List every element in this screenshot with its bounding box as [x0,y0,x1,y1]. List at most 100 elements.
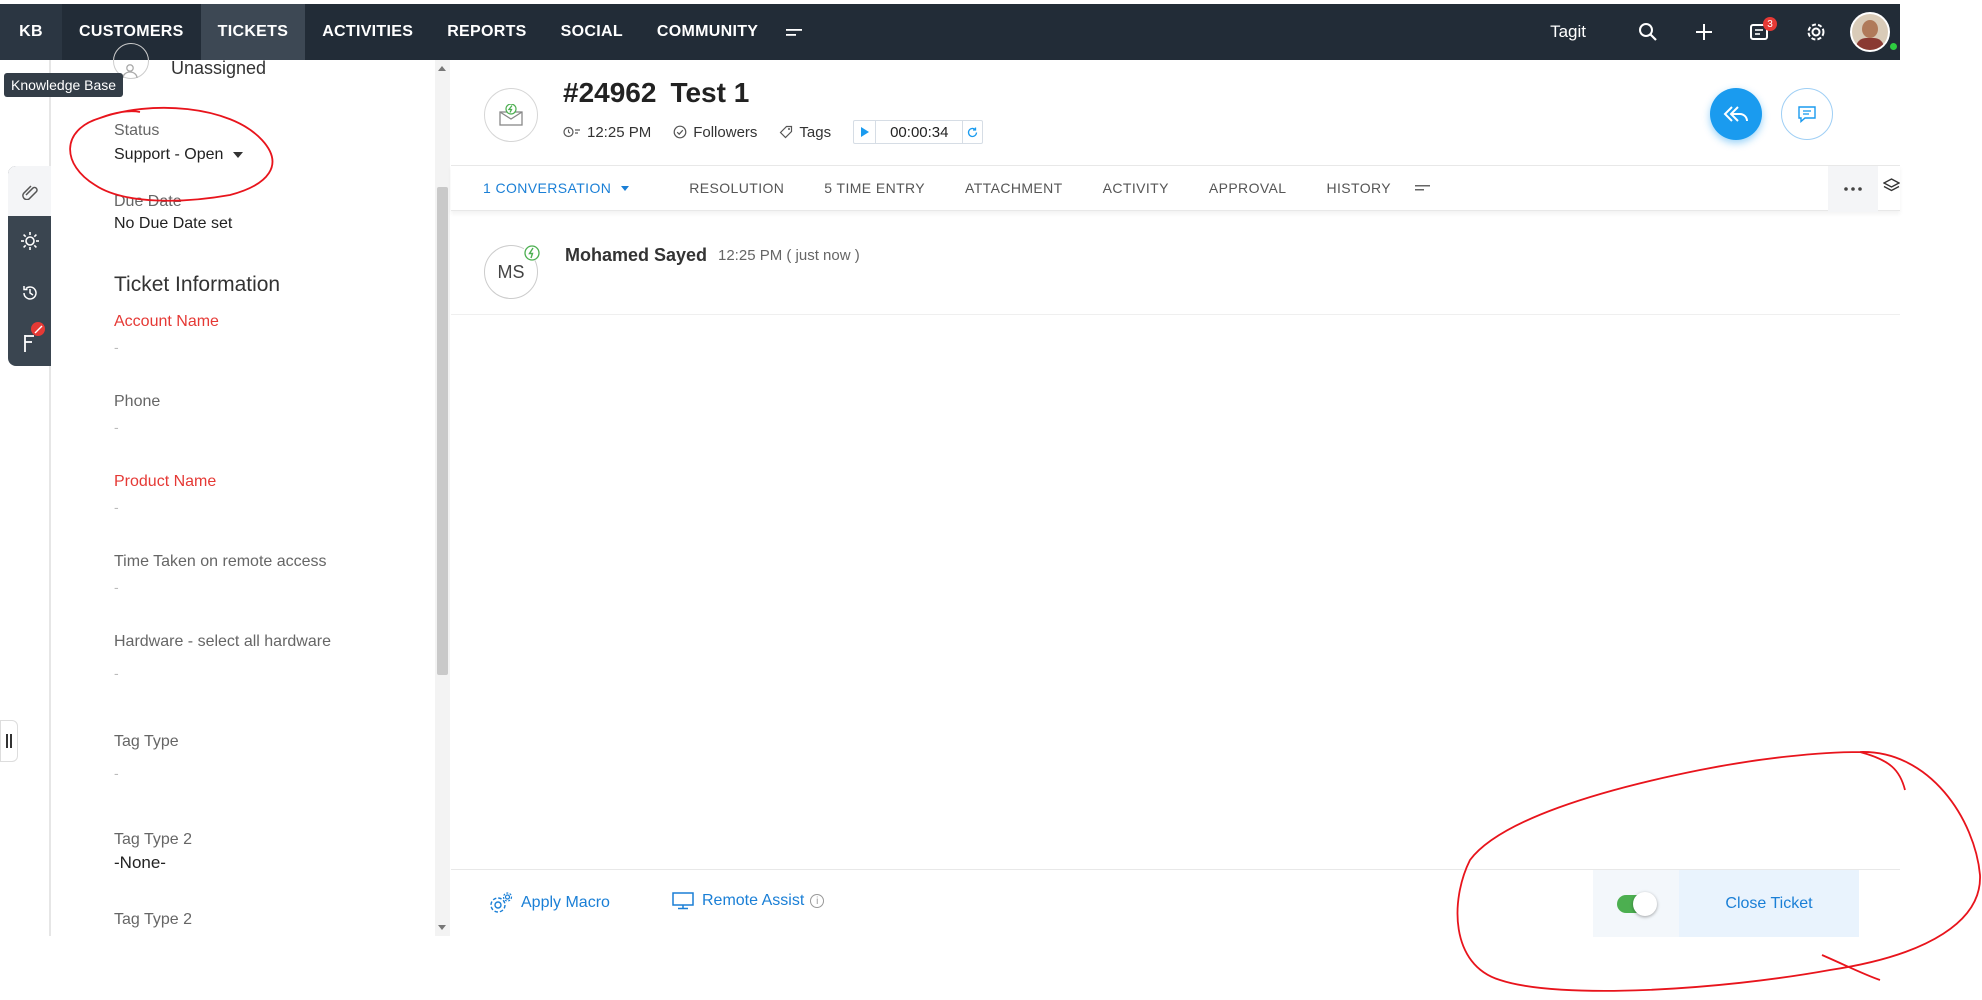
scroll-up-icon[interactable] [438,66,446,71]
top-nav: KB CUSTOMERS TICKETS ACTIVITIES REPORTS … [0,4,1900,60]
time-taken-value: - [114,579,119,595]
phone-field[interactable]: Phone - [114,393,160,435]
layers-icon[interactable] [1882,178,1901,200]
knowledge-base-icon[interactable] [8,166,51,216]
clock-icon [563,126,580,138]
comment-button[interactable] [1781,88,1833,140]
tags-button[interactable]: Tags [779,124,831,141]
collapse-handle-icon[interactable] [0,720,18,762]
remote-assist-label: Remote Assist [702,892,805,909]
due-date-label: Due Date [114,193,182,210]
chevron-down-icon [233,152,244,158]
nav-community[interactable]: COMMUNITY [640,4,775,60]
nav-tickets[interactable]: TICKETS [200,4,306,60]
tab-time-entry[interactable]: 5 TIME ENTRY [804,165,945,211]
tab-activity[interactable]: ACTIVITY [1083,165,1189,211]
apply-macro-label: Apply Macro [521,894,610,911]
status-label: Status [114,122,160,139]
history-icon[interactable] [8,268,51,318]
tab-history[interactable]: HISTORY [1306,165,1411,211]
tag-type-2-field[interactable]: Tag Type 2 -None- [114,831,192,873]
tab-resolution[interactable]: RESOLUTION [649,165,804,211]
nav-social[interactable]: SOCIAL [544,4,640,60]
tag-type-2b-field[interactable]: Tag Type 2 [114,911,192,929]
due-date-field: Due Date No Due Date set [114,193,232,233]
tab-approval[interactable]: APPROVAL [1189,165,1307,211]
scroll-down-icon[interactable] [438,925,446,930]
check-circle-icon [673,125,687,139]
tag-type-2-value: -None- [114,853,166,872]
product-name-value: - [114,499,119,515]
play-icon[interactable] [854,121,877,143]
nav-more-icon[interactable] [775,4,815,60]
tab-conversation[interactable]: 1 CONVERSATION [451,165,649,211]
gear-icon[interactable] [1788,4,1844,60]
nav-activities[interactable]: ACTIVITIES [305,4,430,60]
tag-type-value: - [114,765,119,781]
hardware-value: - [114,665,119,681]
phone-label: Phone [114,393,161,410]
assignee-name: Unassigned [171,58,267,78]
message-time: 12:25 PM ( just now ) [718,247,860,264]
search-icon[interactable] [1620,4,1676,60]
left-panel-scrollbar[interactable] [435,60,450,936]
monitor-icon [672,892,694,910]
notification-badge: 3 [1763,17,1777,31]
time-taken-field[interactable]: Time Taken on remote access - [114,553,327,595]
tab-attachment[interactable]: ATTACHMENT [945,165,1083,211]
reply-all-button[interactable] [1710,88,1762,140]
tabs-more-icon[interactable] [1415,179,1431,197]
tag-type-field[interactable]: Tag Type - [114,733,179,781]
due-date-value[interactable]: No Due Date set [114,215,232,233]
apply-macro-button[interactable]: Apply Macro [489,892,610,914]
assignee-row[interactable]: Unassigned [113,42,267,79]
flag-badge-icon [31,322,45,336]
ticket-number: #24962 [563,77,657,108]
nav-kb[interactable]: KB [0,4,62,60]
account-name-value: - [114,339,119,355]
ticket-subject[interactable]: Test 1 [670,77,749,109]
nav-reports[interactable]: REPORTS [430,4,543,60]
time-taken-label: Time Taken on remote access [114,553,327,570]
tag-type-2-label: Tag Type 2 [114,831,192,848]
scrollbar-thumb[interactable] [437,187,448,675]
nav-right: Tagit 3 [1550,4,1900,60]
more-options-icon[interactable] [1828,166,1878,212]
flag-icon[interactable] [8,318,51,368]
send-close-toggle[interactable] [1617,891,1657,916]
conversation-thread[interactable]: MS Mohamed Sayed 12:25 PM ( just now ) [451,211,1900,315]
hardware-field[interactable]: Hardware - select all hardware - [114,633,331,681]
tab-conversation-label: 1 CONVERSATION [483,180,612,196]
status-field: Status Support - Open [114,122,244,164]
info-icon[interactable]: i [810,894,825,908]
lightbulb-icon[interactable] [8,216,51,266]
remote-assist-button[interactable]: Remote Assist i [672,892,825,910]
tag-type-2b-label: Tag Type 2 [114,911,192,928]
tags-label: Tags [799,123,832,141]
user-avatar[interactable] [1850,12,1890,52]
toggle-knob [1633,891,1657,916]
tag-type-label: Tag Type [114,733,179,750]
close-ticket-button[interactable]: Close Ticket [1679,870,1859,937]
refresh-icon[interactable] [962,121,982,143]
ticket-header: #24962 Test 1 12:25 PM Followers Tags 00… [451,60,1900,165]
account-name-label: Account Name [114,313,219,330]
plus-icon[interactable] [1676,4,1732,60]
comment-icon [1798,106,1816,123]
notifications-icon[interactable]: 3 [1732,4,1788,60]
followers-button[interactable]: Followers [673,124,757,141]
created-time: 12:25 PM [563,124,651,141]
sender-name: Mohamed Sayed [565,245,708,265]
sender-initials: MS [497,261,525,282]
macro-gear-icon [490,892,513,913]
status-dropdown[interactable]: Support - Open [114,146,244,164]
reply-all-icon [1723,106,1748,122]
account-name-field[interactable]: Account Name - [114,313,219,355]
knowledge-base-tooltip: Knowledge Base [4,73,124,97]
online-status-dot [1888,41,1899,52]
product-name-field[interactable]: Product Name - [114,473,216,515]
ticket-title: #24962 Test 1 [563,77,749,109]
ticket-main: #24962 Test 1 12:25 PM Followers Tags 00… [451,60,1901,937]
ticket-tabs: 1 CONVERSATION RESOLUTION 5 TIME ENTRY A… [451,165,1901,212]
email-source-icon [523,244,540,261]
